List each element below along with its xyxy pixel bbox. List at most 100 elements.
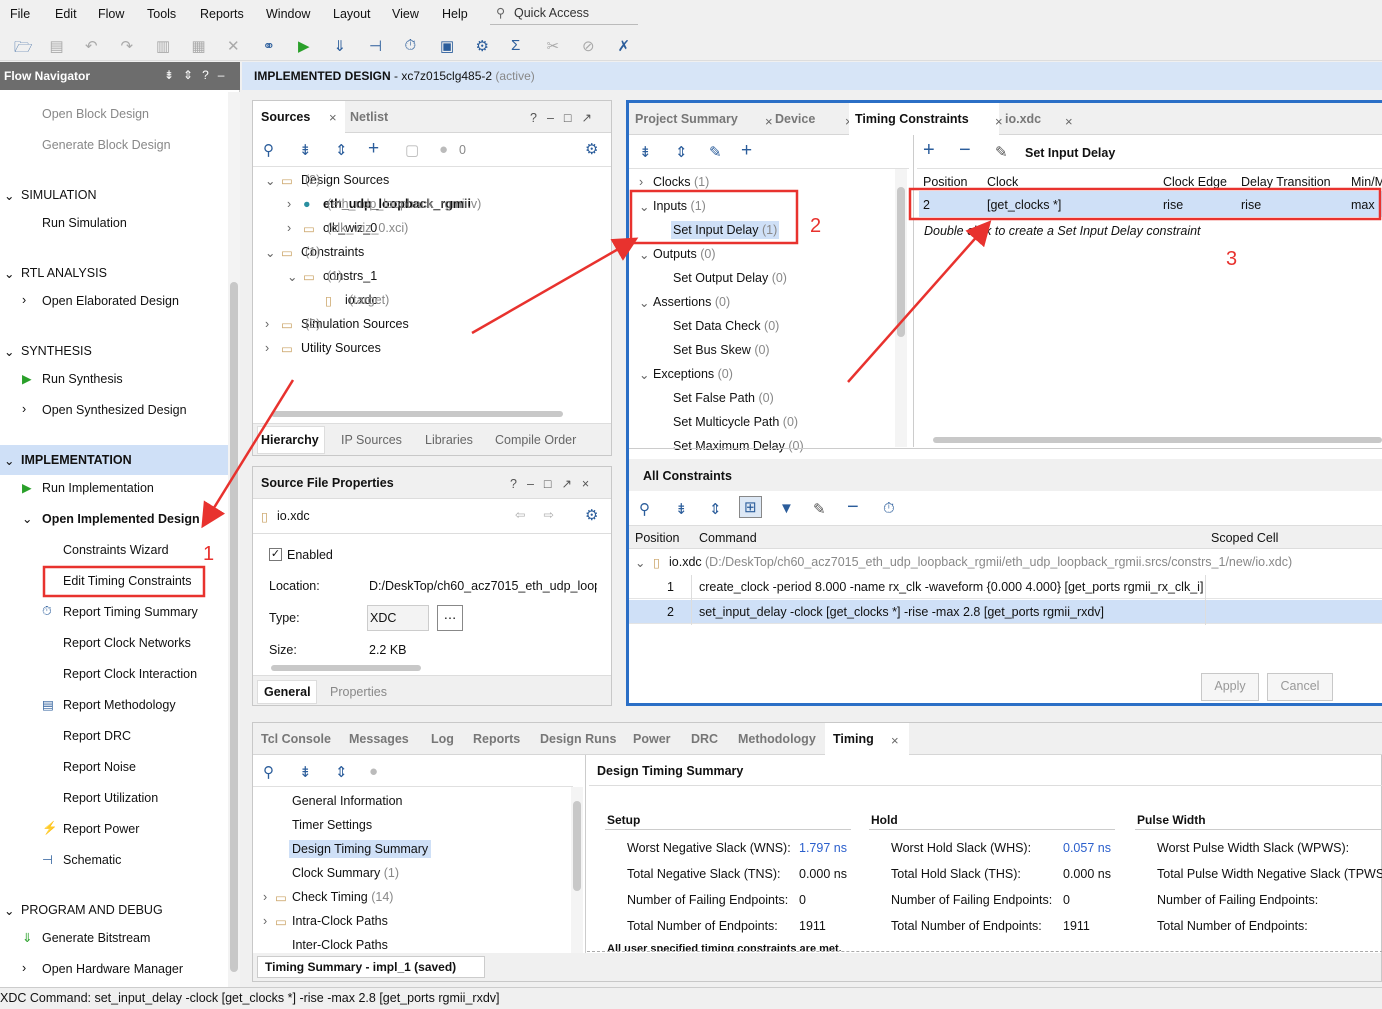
tree-item[interactable]: Inter-Clock Paths	[289, 936, 391, 954]
quick-access-search[interactable]: ⚲ Quick Access	[490, 3, 638, 25]
close-icon[interactable]: ×	[1065, 114, 1073, 129]
collapse-all-icon[interactable]: ⇟	[675, 500, 688, 518]
tree-item[interactable]: Set Output Delay (0)	[671, 269, 789, 287]
menu-help[interactable]: Help	[442, 7, 468, 21]
table-cell[interactable]: [get_clocks *]	[987, 198, 1061, 212]
chevron-right-icon[interactable]: ›	[22, 961, 26, 975]
chevron-down-icon[interactable]: ⌄	[4, 266, 14, 281]
tree-item[interactable]: Utility Sources	[301, 341, 381, 355]
tab-compile-order[interactable]: Compile Order	[495, 433, 576, 447]
report-icon[interactable]: ▣	[440, 37, 454, 55]
menu-layout[interactable]: Layout	[333, 7, 371, 21]
expand-all-icon[interactable]: ⇕	[709, 500, 722, 518]
chevron-down-icon[interactable]: ⌄	[639, 367, 649, 382]
chevron-down-icon[interactable]: ⌄	[4, 903, 14, 918]
nav-item-report-power[interactable]: Report Power	[63, 822, 139, 836]
open-icon[interactable]: 🗁	[14, 37, 33, 62]
chevron-icon[interactable]: ›	[265, 341, 269, 355]
menu-flow[interactable]: Flow	[98, 7, 124, 21]
tab-drc[interactable]: DRC	[691, 732, 718, 746]
menu-file[interactable]: File	[10, 7, 30, 21]
nav-item-run-implementation[interactable]: Run Implementation	[42, 481, 154, 495]
tree-item[interactable]: Exceptions (0)	[651, 365, 735, 383]
find-icon[interactable]: ⚭	[263, 37, 276, 55]
tree-item[interactable]: Set Maximum Delay (0)	[671, 437, 806, 455]
tab-hierarchy[interactable]: Hierarchy	[261, 433, 319, 447]
close-icon[interactable]: ×	[329, 110, 337, 125]
chevron-right-icon[interactable]: ›	[22, 293, 26, 307]
add-icon[interactable]: +	[368, 138, 379, 160]
navigator-scrollbar[interactable]	[228, 92, 240, 990]
nav-item-constraints-wizard[interactable]: Constraints Wizard	[63, 543, 169, 557]
chevron-right-icon[interactable]: ›	[22, 402, 26, 416]
chevron-right-icon[interactable]: ›	[639, 175, 643, 189]
tab-project-summary[interactable]: Project Summary	[635, 112, 738, 126]
chevron-icon[interactable]: ›	[287, 221, 291, 235]
chevron-down-icon[interactable]: ⌄	[639, 295, 649, 310]
tab-device[interactable]: Device	[775, 112, 815, 126]
table-cell[interactable]: rise	[1241, 198, 1261, 212]
tab-messages[interactable]: Messages	[349, 732, 409, 746]
nav-item-report-drc[interactable]: Report DRC	[63, 729, 131, 743]
tab-power[interactable]: Power	[633, 732, 671, 746]
nav-item-report-methodology[interactable]: Report Methodology	[63, 698, 176, 712]
horizontal-scrollbar[interactable]	[257, 409, 609, 419]
horizontal-scrollbar[interactable]	[257, 663, 597, 673]
edit-icon[interactable]: ✎	[813, 500, 826, 518]
tab-timing-summary-report[interactable]: Timing Summary - impl_1 (saved)	[265, 960, 456, 974]
nav-item-open-block-design[interactable]: Open Block Design	[42, 107, 149, 121]
table-cell[interactable]: 2	[923, 198, 930, 212]
copy-icon[interactable]: ▥	[156, 37, 170, 55]
close-icon[interactable]: ×	[765, 114, 773, 129]
menu-tools[interactable]: Tools	[147, 7, 176, 21]
remove-icon[interactable]: −	[959, 139, 971, 162]
chevron-down-icon[interactable]: ⌄	[635, 555, 645, 570]
file-row-name[interactable]: io.xdc	[669, 555, 702, 569]
nav-item-report-clock-interaction[interactable]: Report Clock Interaction	[63, 667, 197, 681]
tree-item[interactable]: Inputs (1)	[651, 197, 708, 215]
chevron-icon[interactable]: ⌄	[265, 245, 275, 260]
tree-item[interactable]: Set Bus Skew (0)	[671, 341, 772, 359]
tab-design-runs[interactable]: Design Runs	[540, 732, 616, 746]
tree-scrollbar[interactable]	[571, 787, 583, 953]
schematic-icon[interactable]: ⊣	[369, 37, 382, 55]
chevron-icon[interactable]: ›	[265, 317, 269, 331]
search-icon[interactable]: ⚲	[263, 141, 274, 159]
tab-reports[interactable]: Reports	[473, 732, 520, 746]
tree-item[interactable]: Set Input Delay (1)	[671, 221, 780, 239]
column-header[interactable]: Clock Edge	[1163, 175, 1237, 189]
panel-controls[interactable]: ?–□↗×	[510, 476, 599, 491]
hold-value[interactable]: 0.057 ns	[1063, 841, 1111, 855]
nav-item-run-simulation[interactable]: Run Simulation	[42, 216, 127, 230]
nav-item-edit-timing-constraints[interactable]: Edit Timing Constraints	[63, 574, 192, 588]
chevron-down-icon[interactable]: ⌄	[639, 247, 649, 262]
column-header[interactable]: Min/Max	[1351, 175, 1382, 189]
column-header[interactable]: Position	[635, 531, 679, 545]
browse-button[interactable]: ⋯	[437, 605, 463, 631]
tab-methodology[interactable]: Methodology	[738, 732, 816, 746]
expand-all-icon[interactable]: ⇕	[335, 763, 348, 781]
chevron-down-icon[interactable]: ⌄	[4, 344, 14, 359]
tree-item[interactable]: Timer Settings	[289, 816, 375, 834]
tool2-icon[interactable]: ⊘	[582, 37, 595, 55]
tree-item[interactable]: Check Timing (14)	[289, 888, 396, 906]
tab-timing[interactable]: Timing	[833, 732, 874, 746]
search-icon[interactable]: ⚲	[263, 763, 274, 781]
collapse-all-icon[interactable]: ⇟	[639, 143, 652, 161]
search-icon[interactable]: ⚲	[639, 500, 650, 518]
menu-edit[interactable]: Edit	[55, 7, 77, 21]
tab-general[interactable]: General	[264, 685, 311, 699]
nav-item-schematic[interactable]: Schematic	[63, 853, 121, 867]
nav-item-report-clock-networks[interactable]: Report Clock Networks	[63, 636, 191, 650]
tree-item[interactable]: General Information	[289, 792, 405, 810]
horizontal-scrollbar[interactable]	[919, 435, 1382, 445]
chevron-icon[interactable]: ›	[287, 197, 291, 211]
cancel-button[interactable]: Cancel	[1267, 673, 1333, 701]
nav-item-generate-block-design[interactable]: Generate Block Design	[42, 138, 171, 152]
tab-libraries[interactable]: Libraries	[425, 433, 473, 447]
apply-button[interactable]: Apply	[1201, 673, 1259, 701]
close-icon[interactable]: ×	[891, 733, 899, 748]
expand-all-icon[interactable]: ⇕	[675, 143, 688, 161]
enabled-checkbox[interactable]: ✓	[269, 548, 282, 561]
nav-item-report-timing-summary[interactable]: Report Timing Summary	[63, 605, 198, 619]
